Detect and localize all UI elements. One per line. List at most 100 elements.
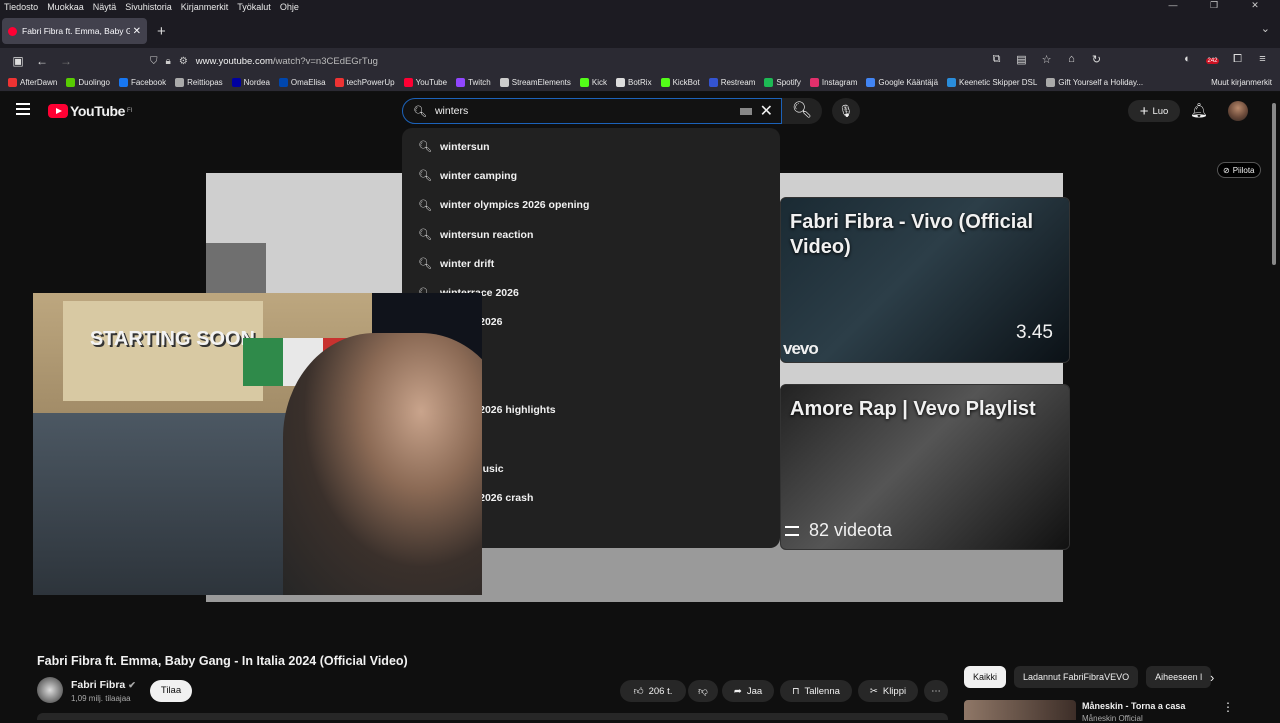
bookmark-favicon-icon bbox=[8, 78, 17, 87]
bookmark-item[interactable]: OmaElisa bbox=[278, 78, 326, 87]
menu-tyokalut[interactable]: Työkalut bbox=[237, 2, 271, 12]
picture-in-picture-icon[interactable]: ⧉ bbox=[987, 53, 1006, 66]
chip-uploaded-by[interactable]: Ladannut FabriFibraVEVO bbox=[1014, 666, 1139, 688]
scissors-icon: ✂ bbox=[869, 685, 878, 697]
menu-sivuhistoria[interactable]: Sivuhistoria bbox=[125, 2, 172, 12]
minimize-icon[interactable]: — bbox=[1157, 0, 1189, 14]
account-avatar[interactable] bbox=[1228, 101, 1248, 121]
bookmark-item[interactable]: Kick bbox=[579, 78, 607, 87]
dislike-button[interactable]: 👎︎ bbox=[688, 680, 718, 702]
app-menubar: Tiedosto Muokkaa Näytä Sivuhistoria Kirj… bbox=[0, 0, 1280, 14]
menu-ohje[interactable]: Ohje bbox=[280, 2, 299, 12]
close-window-icon[interactable]: ✕ bbox=[1239, 0, 1271, 14]
suggestion-item[interactable]: 🔍︎ winter camping bbox=[402, 161, 780, 190]
lock-icon[interactable]: 🔒︎ bbox=[166, 56, 171, 67]
bookmark-item[interactable]: Gift Yourself a Holiday... bbox=[1046, 78, 1143, 87]
vpn-icon[interactable]: ◐ bbox=[1178, 53, 1197, 66]
bookmark-item[interactable]: Google Kääntäjä bbox=[866, 78, 938, 87]
suggestion-item[interactable]: 🔍︎ winter drift bbox=[402, 249, 780, 278]
description-box[interactable] bbox=[37, 713, 948, 720]
list-tabs-chevron-icon[interactable]: ⌄ bbox=[1261, 22, 1270, 35]
bookmark-item[interactable]: Facebook bbox=[118, 78, 166, 87]
bookmark-item[interactable]: Spotify bbox=[764, 78, 801, 87]
bookmark-item[interactable]: AfterDawn bbox=[8, 78, 57, 87]
bookmark-item[interactable]: Duolingo bbox=[66, 78, 110, 87]
bookmark-favicon-icon bbox=[118, 78, 128, 87]
voice-search-button[interactable]: 🎙︎ bbox=[832, 98, 860, 124]
share-button[interactable]: ➦ Jaa bbox=[722, 680, 774, 702]
bookmark-icon: ⊓ bbox=[792, 685, 800, 697]
url-bar[interactable]: ⛉ 🔒︎ ⚙ www.youtube.com /watch?v=n3CEdEGr… bbox=[150, 51, 1060, 71]
sidebar-toggle-icon[interactable]: ▣ bbox=[6, 54, 30, 68]
end-card-title: Amore Rap | Vevo Playlist bbox=[790, 398, 1036, 420]
clear-search-icon[interactable]: ✕ bbox=[760, 101, 773, 121]
bookmark-favicon-icon bbox=[403, 78, 413, 87]
channel-avatar[interactable] bbox=[37, 677, 63, 703]
save-button[interactable]: ⊓ Tallenna bbox=[780, 680, 852, 702]
menu-kirjanmerkit[interactable]: Kirjanmerkit bbox=[181, 2, 229, 12]
bookmark-item[interactable]: techPowerUp bbox=[334, 78, 395, 87]
more-actions-button[interactable]: ⋯ bbox=[924, 680, 948, 702]
page-scrollbar[interactable] bbox=[1272, 103, 1276, 265]
end-card-playlist[interactable]: Amore Rap | Vevo Playlist 82 videota bbox=[780, 384, 1070, 550]
suggestion-item[interactable]: 🔍︎ wintersun bbox=[402, 132, 780, 161]
back-icon[interactable]: ← bbox=[30, 54, 54, 68]
restore-icon[interactable]: ❐ bbox=[1198, 0, 1230, 14]
related-video-thumbnail[interactable] bbox=[964, 700, 1076, 720]
related-video-channel: Måneskin Official bbox=[1082, 714, 1143, 723]
bookmark-item[interactable]: Restream bbox=[708, 78, 755, 87]
permissions-icon[interactable]: ⚙ bbox=[179, 56, 188, 67]
bookmark-favicon-icon bbox=[616, 78, 625, 87]
forward-icon[interactable]: → bbox=[54, 54, 78, 68]
clip-button[interactable]: ✂ Klippi bbox=[858, 680, 918, 702]
tab-youtube-video[interactable]: Fabri Fibra ft. Emma, Baby Gang ✕ bbox=[2, 18, 147, 44]
bookmark-item[interactable]: Reittiopas bbox=[175, 78, 223, 87]
subscribe-button[interactable]: Tilaa bbox=[150, 680, 192, 702]
end-card-video[interactable]: Fabri Fibra - Vivo (Official Video) 3.45… bbox=[780, 197, 1070, 363]
bookmark-item[interactable]: Keenetic Skipper DSL bbox=[947, 78, 1037, 87]
shield-icon[interactable]: ⛉ bbox=[150, 56, 158, 67]
bookmark-favicon-icon bbox=[456, 78, 466, 87]
extensions-icon[interactable]: ⧠ bbox=[1228, 53, 1247, 66]
keyboard-icon[interactable] bbox=[739, 107, 752, 115]
related-video-title[interactable]: Måneskin - Torna a casa bbox=[1082, 701, 1185, 711]
chip-all[interactable]: Kaikki bbox=[964, 666, 1007, 688]
reader-view-icon[interactable]: ▤ bbox=[1012, 53, 1031, 66]
search-icon: 🔍︎ bbox=[418, 229, 432, 242]
new-tab-icon[interactable]: + bbox=[157, 23, 166, 40]
hide-end-cards-button[interactable]: ⊘ Piilota bbox=[1217, 162, 1261, 178]
bookmark-item[interactable]: StreamElements bbox=[499, 78, 571, 87]
bookmark-item[interactable]: BotRix bbox=[616, 78, 652, 87]
home-icon[interactable]: ⌂ bbox=[1062, 53, 1081, 66]
search-button[interactable]: 🔍︎ bbox=[782, 98, 822, 124]
menu-nayta[interactable]: Näytä bbox=[93, 2, 117, 12]
search-input[interactable]: 🔍︎ winters ✕ bbox=[402, 98, 782, 124]
hamburger-menu-icon[interactable] bbox=[16, 103, 30, 118]
search-query[interactable]: winters bbox=[435, 105, 740, 117]
bookmark-item[interactable]: YouTube bbox=[403, 78, 447, 87]
bookmark-star-icon[interactable]: ☆ bbox=[1037, 53, 1056, 66]
reload-icon[interactable]: ↻ bbox=[1087, 53, 1106, 66]
more-vert-icon[interactable]: ⋮ bbox=[1222, 700, 1234, 714]
other-bookmarks[interactable]: Muut kirjanmerkit bbox=[1211, 78, 1272, 87]
bookmark-item[interactable]: Nordea bbox=[231, 78, 270, 87]
menu-tiedosto[interactable]: Tiedosto bbox=[4, 2, 38, 12]
bookmark-item[interactable]: Twitch bbox=[456, 78, 491, 87]
chevron-right-icon[interactable]: › bbox=[1210, 670, 1214, 685]
vevo-logo: vevo bbox=[783, 339, 819, 358]
youtube-logo[interactable]: YouTube FI bbox=[48, 103, 132, 119]
extension-badge-icon[interactable]: 242 bbox=[1203, 53, 1222, 66]
bookmark-item[interactable]: Instagram bbox=[809, 78, 857, 87]
channel-name[interactable]: Fabri Fibra ✔ bbox=[71, 679, 136, 691]
app-menu-icon[interactable]: ≡ bbox=[1253, 53, 1272, 66]
bookmark-favicon-icon bbox=[708, 78, 718, 87]
chip-related[interactable]: Aiheeseen l bbox=[1146, 666, 1212, 688]
create-button[interactable]: + Luo bbox=[1128, 100, 1180, 122]
suggestion-item[interactable]: 🔍︎ winter olympics 2026 opening bbox=[402, 191, 780, 220]
like-button[interactable]: 👍︎ 206 t. bbox=[620, 680, 686, 702]
close-tab-icon[interactable]: ✕ bbox=[133, 26, 141, 37]
menu-muokkaa[interactable]: Muokkaa bbox=[47, 2, 84, 12]
suggestion-item[interactable]: 🔍︎ wintersun reaction bbox=[402, 220, 780, 249]
bookmark-item[interactable]: KickBot bbox=[660, 78, 700, 87]
notifications-bell-icon[interactable]: 🔔︎ bbox=[1190, 102, 1208, 119]
